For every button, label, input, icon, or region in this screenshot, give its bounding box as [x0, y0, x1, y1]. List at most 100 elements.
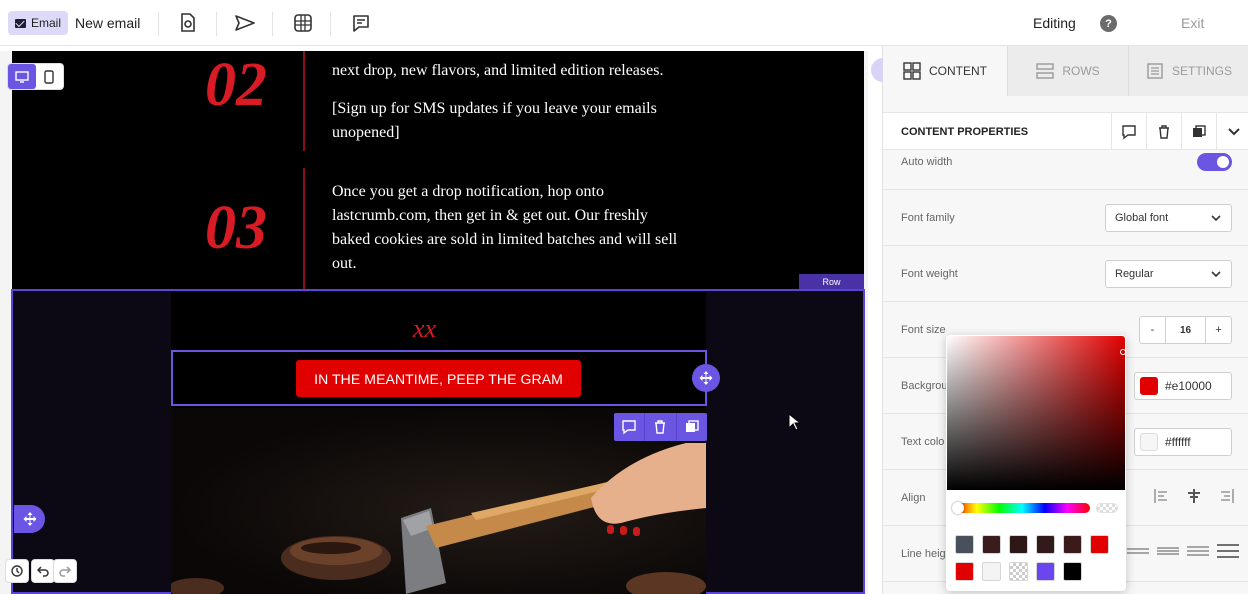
- row-badge[interactable]: Row: [799, 274, 864, 289]
- color-swatch[interactable]: [1009, 535, 1028, 554]
- saturation-handle[interactable]: [1120, 349, 1126, 355]
- preset-swatches: [955, 535, 1109, 581]
- toolbar-divider: [216, 12, 217, 36]
- saturation-area[interactable]: [947, 336, 1125, 490]
- color-swatch[interactable]: [955, 562, 974, 581]
- tab-label: ROWS: [1062, 64, 1100, 78]
- hue-handle[interactable]: [952, 502, 964, 514]
- comment-icon[interactable]: [614, 413, 646, 441]
- color-value: #e10000: [1165, 379, 1212, 393]
- color-swatch[interactable]: [955, 535, 974, 554]
- line-height-options: [1127, 544, 1239, 558]
- top-toolbar: Email New email Editing ? Exit: [0, 0, 1248, 46]
- color-swatch[interactable]: [1036, 562, 1055, 581]
- chevron-down-icon: [1211, 271, 1221, 278]
- tab-content[interactable]: CONTENT: [883, 46, 1007, 96]
- preview-icon[interactable]: [176, 11, 200, 35]
- help-icon[interactable]: ?: [1100, 15, 1117, 32]
- desktop-view-icon[interactable]: [8, 64, 36, 89]
- step-divider: [303, 51, 305, 151]
- redo-icon[interactable]: [54, 560, 76, 582]
- align-center-icon[interactable]: [1185, 488, 1203, 504]
- align-options: [1153, 488, 1235, 504]
- transparent-swatch[interactable]: [1009, 562, 1028, 581]
- color-swatch[interactable]: [1090, 535, 1109, 554]
- view-mode-toggle: [8, 64, 63, 89]
- prop-label: Line heig: [901, 548, 946, 560]
- color-swatch[interactable]: [982, 535, 1001, 554]
- color-swatch[interactable]: [1063, 535, 1082, 554]
- signoff-text: xx: [413, 314, 437, 343]
- step-text-line: [Sign up for SMS updates if you leave yo…: [332, 100, 657, 117]
- line-height-normal-icon[interactable]: [1157, 544, 1179, 558]
- line-height-loose-icon[interactable]: [1217, 544, 1239, 558]
- auto-width-toggle[interactable]: [1197, 153, 1232, 171]
- envelope-icon: [15, 18, 26, 28]
- tab-settings[interactable]: SETTINGS: [1128, 46, 1248, 96]
- step-text-line: next drop, new flavors, and limited edit…: [332, 62, 664, 79]
- font-weight-select[interactable]: Regular: [1105, 260, 1232, 288]
- mouse-cursor-icon: [788, 412, 802, 436]
- comments-icon[interactable]: [349, 11, 373, 35]
- send-icon[interactable]: [233, 11, 257, 35]
- tab-label: SETTINGS: [1171, 64, 1232, 78]
- trash-icon[interactable]: [1146, 113, 1181, 150]
- chevron-down-icon: [1211, 215, 1221, 222]
- font-family-select[interactable]: Global font: [1105, 204, 1232, 232]
- block-toolbar: [614, 413, 707, 441]
- alpha-slider[interactable]: [1096, 503, 1118, 513]
- mobile-view-icon[interactable]: [36, 64, 64, 89]
- align-left-icon[interactable]: [1153, 488, 1171, 504]
- select-value: Global font: [1115, 212, 1169, 224]
- content-properties-header: CONTENT PROPERTIES: [883, 112, 1248, 150]
- increment-button[interactable]: +: [1206, 317, 1231, 343]
- prop-label: Font family: [901, 212, 955, 224]
- step-text-line: out.: [332, 255, 357, 272]
- color-swatch: [1140, 377, 1158, 395]
- trash-icon[interactable]: [645, 413, 677, 441]
- prop-label: Auto width: [901, 156, 953, 168]
- text-color-field[interactable]: #ffffff: [1134, 428, 1232, 456]
- select-value: Regular: [1115, 268, 1154, 280]
- step-text-line: unopened]: [332, 124, 400, 141]
- color-picker-popover: [946, 335, 1126, 591]
- chevron-down-icon[interactable]: [1216, 113, 1248, 150]
- exit-button[interactable]: Exit: [1181, 15, 1204, 31]
- email-canvas: 02 next drop, new flavors, and limited e…: [0, 51, 868, 594]
- block-move-handle[interactable]: [692, 364, 720, 392]
- prop-label: Font size: [901, 324, 946, 336]
- prop-label: Text colo: [901, 436, 945, 448]
- prop-font-weight: Font weight Regular: [883, 246, 1248, 302]
- duplicate-icon[interactable]: [677, 413, 707, 441]
- grid-icon: [903, 62, 921, 80]
- row-move-handle[interactable]: [14, 505, 45, 533]
- cta-button[interactable]: IN THE MEANTIME, PEEP THE GRAM: [296, 360, 581, 397]
- tab-rows[interactable]: ROWS: [1007, 46, 1128, 96]
- tab-label: CONTENT: [929, 64, 987, 78]
- font-size-value[interactable]: 16: [1165, 317, 1206, 343]
- color-swatch[interactable]: [982, 562, 1001, 581]
- hue-slider[interactable]: [954, 503, 1090, 513]
- align-right-icon[interactable]: [1217, 488, 1235, 504]
- toolbar-divider: [158, 12, 159, 36]
- section-title: CONTENT PROPERTIES: [901, 126, 1029, 138]
- undo-icon[interactable]: [32, 560, 54, 582]
- color-swatch: [1140, 433, 1158, 451]
- history-icon[interactable]: [6, 560, 28, 582]
- history-controls: [6, 560, 76, 582]
- line-height-tight-icon[interactable]: [1127, 544, 1149, 558]
- cut-off-text: [332, 51, 662, 53]
- settings-icon: [1147, 63, 1163, 79]
- color-swatch[interactable]: [1036, 535, 1055, 554]
- color-swatch[interactable]: [1063, 562, 1082, 581]
- language-globe-icon[interactable]: [291, 11, 315, 35]
- duplicate-icon[interactable]: [1181, 113, 1216, 150]
- prop-label: Backgrou: [901, 380, 948, 392]
- background-color-field[interactable]: #e10000: [1134, 372, 1232, 400]
- document-title[interactable]: New email: [75, 15, 140, 31]
- decrement-button[interactable]: -: [1140, 317, 1165, 343]
- steps-row[interactable]: 02 next drop, new flavors, and limited e…: [12, 51, 864, 289]
- comment-icon[interactable]: [1111, 113, 1146, 150]
- line-height-relaxed-icon[interactable]: [1187, 544, 1209, 558]
- toolbar-divider: [330, 12, 331, 36]
